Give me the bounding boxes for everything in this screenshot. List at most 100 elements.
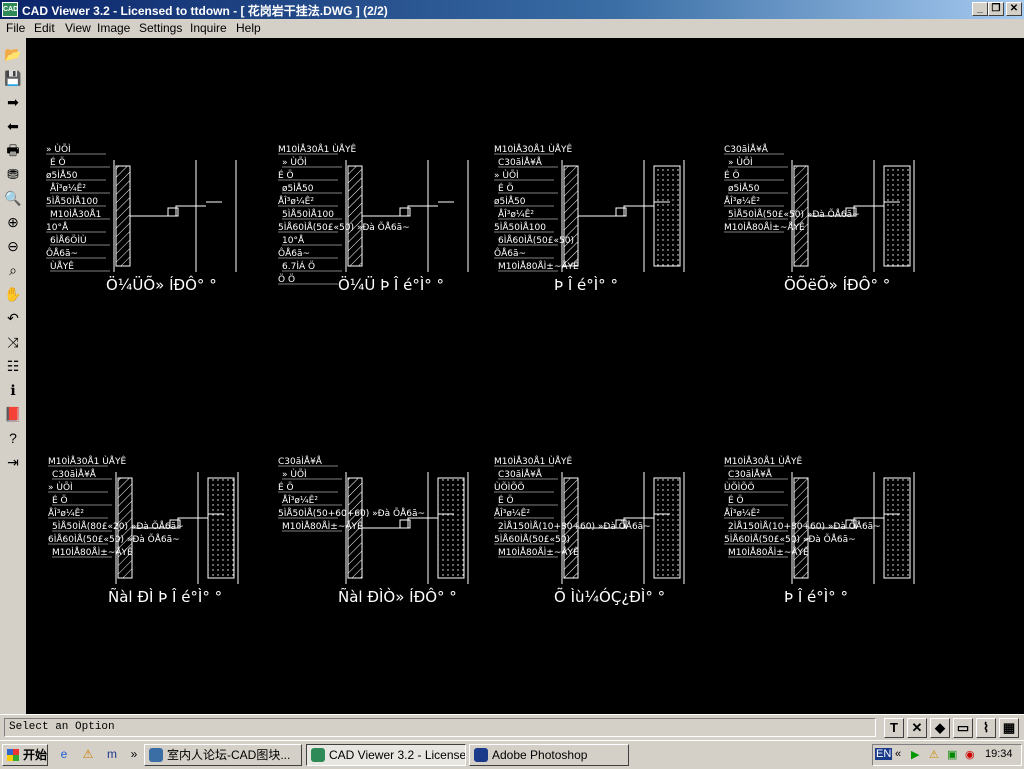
undo-button[interactable]: ↶ — [2, 308, 24, 329]
concrete-wall — [883, 477, 911, 579]
zoom-out-button[interactable]: ⊖ — [2, 236, 24, 257]
detail-caption: ÖÕëÕ» ÍÐÔ° ° — [784, 275, 890, 294]
close-x-button[interactable]: ✕ — [907, 718, 927, 738]
callout-label: M10ÌÅ30Å1 ÙÅYÊ — [48, 455, 126, 467]
callout-label: » ÙÕÌ — [728, 156, 753, 168]
callout-label: 2ÌÅ150ÌÅ(10+80+60) »Ðà ÕÅ6ã~ — [498, 520, 651, 532]
callout-label: ÅÎ³ø¼Ê² — [724, 195, 760, 207]
callout-label: 5ÌÅ50ÌÅ(50£«50) »Ðà ÕÅ6ã~ — [728, 208, 860, 220]
taskbar-button[interactable]: 室内人论坛-CAD图块... — [144, 744, 302, 766]
messenger-quicklaunch-icon[interactable]: m — [104, 746, 120, 762]
callout-label: 2ÌÅ150ÌÅ(10+80+60) »Ðà ÕÅ6ã~ — [728, 520, 881, 532]
callout-label: Ö Ö — [278, 274, 295, 285]
callout-label: 5ÌÅ60ÌÅ(50£«50) »Ðà ÕÅ6ã~ — [724, 533, 856, 545]
language-indicator[interactable]: EN — [875, 748, 893, 760]
shield-tool-button[interactable]: ◆ — [930, 718, 950, 738]
callout-label: 5ÌÅ50ÌÅ(50+60+60) »Ðà ÕÅ6ã~ — [278, 507, 425, 519]
zoom-icon: 🔍 — [4, 190, 22, 206]
exit-button[interactable]: ⇥ — [2, 452, 24, 473]
vertical-toolbar: 📂 💾 ➡ ⬅ 🖶 ⛃ 🔍 ⊕ ⊖ ⌕ ✋ ↶ ⤨ ☷ ℹ 📕? ⇥ — [0, 38, 27, 714]
drawing-canvas[interactable]: » ÙÕÌ É Öø5ÌÅ50 ÅÎ³ø¼Ê² 5ÌÅ50ÌÅ100 M10ÌÅ30Å1… — [26, 38, 1024, 714]
callout-label: É Ö — [52, 494, 68, 506]
app-icon: CAD — [2, 2, 18, 17]
callout-label: ÙÕÌÕÖ — [724, 481, 755, 493]
callout-label: C30ãÌÅ¥Å — [728, 468, 773, 480]
book-button[interactable]: 📕 — [2, 404, 24, 425]
system-tray: EN « ▶ ⚠ ▣ ◉ 19:34 — [872, 744, 1022, 766]
stone-panel — [347, 165, 363, 267]
taskbar-button[interactable]: CAD Viewer 3.2 - License... — [306, 744, 466, 766]
menu-image[interactable]: Image — [97, 21, 130, 35]
minimize-button[interactable]: _ — [972, 2, 988, 16]
callout-label: ÅÎ³ø¼Ê² — [494, 507, 530, 519]
pan-hand-icon: ✋ — [4, 286, 22, 302]
menu-file[interactable]: File — [6, 21, 25, 35]
callout-label: M10ÌÅ80ÅÌ±~ÅYÊ — [52, 546, 133, 558]
callout-label: ÅÎ³ø¼Ê² — [282, 494, 318, 506]
info-icon: ℹ — [10, 382, 16, 398]
window-tool-button[interactable]: ▭ — [953, 718, 973, 738]
callout-label: » ÙÕÌ — [282, 468, 307, 480]
title-bar[interactable]: CAD CAD Viewer 3.2 - Licensed to ttdown … — [0, 0, 1024, 19]
zoom-button[interactable]: 🔍 — [2, 188, 24, 209]
callout-label: 5ÌÅ60ÌÅ(50£«50) »Ðà ÕÅ6ã~ — [278, 221, 410, 233]
layers-button[interactable]: ☷ — [2, 356, 24, 377]
menu-settings[interactable]: Settings — [139, 21, 182, 35]
zoom-in-button[interactable]: ⊕ — [2, 212, 24, 233]
callout-label: ø5ÌÅ50 — [494, 195, 526, 207]
rotate-button[interactable]: ⤨ — [2, 332, 24, 353]
media-play-icon[interactable]: ▶ — [911, 748, 919, 761]
concrete-wall — [883, 165, 911, 267]
callout-label: ÙÕÌÕÖ — [494, 481, 525, 493]
print-button[interactable]: 🖶 — [2, 140, 24, 161]
callout-label: É Ö — [724, 169, 740, 181]
open-button[interactable]: 📂 — [2, 44, 24, 65]
warning-quicklaunch-icon[interactable]: ⚠ — [80, 746, 96, 762]
alert-tray-icon[interactable]: ⚠ — [929, 748, 939, 761]
callout-label: É Ö — [278, 169, 294, 181]
menu-edit[interactable]: Edit — [34, 21, 55, 35]
save-icon: 💾 — [4, 70, 22, 86]
menu-inquire[interactable]: Inquire — [190, 21, 227, 35]
menu-view[interactable]: View — [65, 21, 91, 35]
task-app-icon — [149, 748, 163, 762]
callout-label: É Ö — [728, 494, 744, 506]
print-icon: 🖶 — [6, 142, 20, 158]
restore-button[interactable]: ❐ — [988, 2, 1004, 16]
open-icon: 📂 — [4, 46, 22, 62]
detail-caption: Ö¼Ü Þ Î é°Ì° ° — [338, 275, 444, 294]
binoculars-button[interactable]: ⛃ — [2, 164, 24, 185]
save-button[interactable]: 💾 — [2, 68, 24, 89]
callout-label: É Ö — [498, 494, 514, 506]
text-tool-button[interactable]: T — [884, 718, 904, 738]
color-tool-button[interactable]: ▦ — [999, 718, 1019, 738]
detail-caption: Õ Ìù¼ÓÇ¿ÐÌ° ° — [554, 587, 665, 606]
antivirus-tray-icon[interactable]: ◉ — [965, 748, 975, 761]
pan-hand-button[interactable]: ✋ — [2, 284, 24, 305]
detail-caption: Þ Î é°Ì° ° — [784, 587, 848, 606]
callout-label: M10ÌÅ80ÅÌ±~ÅYÊ — [498, 546, 579, 558]
start-button[interactable]: 开始 — [2, 744, 48, 766]
zoom-window-button[interactable]: ⌕ — [2, 260, 24, 281]
menu-help[interactable]: Help — [236, 21, 261, 35]
callout-label: M10ÌÅ80ÅÌ±~ÅYÊ — [282, 520, 363, 532]
stone-panel — [563, 165, 579, 267]
tray-chevron-icon[interactable]: « — [895, 748, 901, 760]
network-tray-icon[interactable]: ▣ — [947, 748, 957, 761]
info-button[interactable]: ℹ — [2, 380, 24, 401]
next-arrow-button[interactable]: ➡ — [2, 92, 24, 113]
clip-tool-button[interactable]: ⌇ — [976, 718, 996, 738]
callout-label: ÅÎ³ø¼Ê² — [498, 208, 534, 220]
callout-label: ÙÅYÊ — [50, 260, 74, 272]
prev-arrow-button[interactable]: ⬅ — [2, 116, 24, 137]
callout-label: M10ÌÅ80ÅÌ±~ÅYÊ — [724, 221, 805, 233]
ie-quicklaunch-icon[interactable]: e — [56, 746, 72, 762]
close-button[interactable]: ✕ — [1006, 2, 1022, 16]
zoom-in-icon: ⊕ — [7, 214, 19, 230]
quicklaunch-more-icon[interactable]: » — [126, 746, 142, 762]
layers-icon: ☷ — [6, 358, 20, 374]
callout-label: 6.7ÌÁ Ö — [282, 260, 315, 272]
taskbar-button[interactable]: Adobe Photoshop — [469, 744, 629, 766]
menu-bar: File Edit View Image Settings Inquire He… — [0, 19, 1024, 37]
help-button[interactable]: ? — [2, 428, 24, 449]
